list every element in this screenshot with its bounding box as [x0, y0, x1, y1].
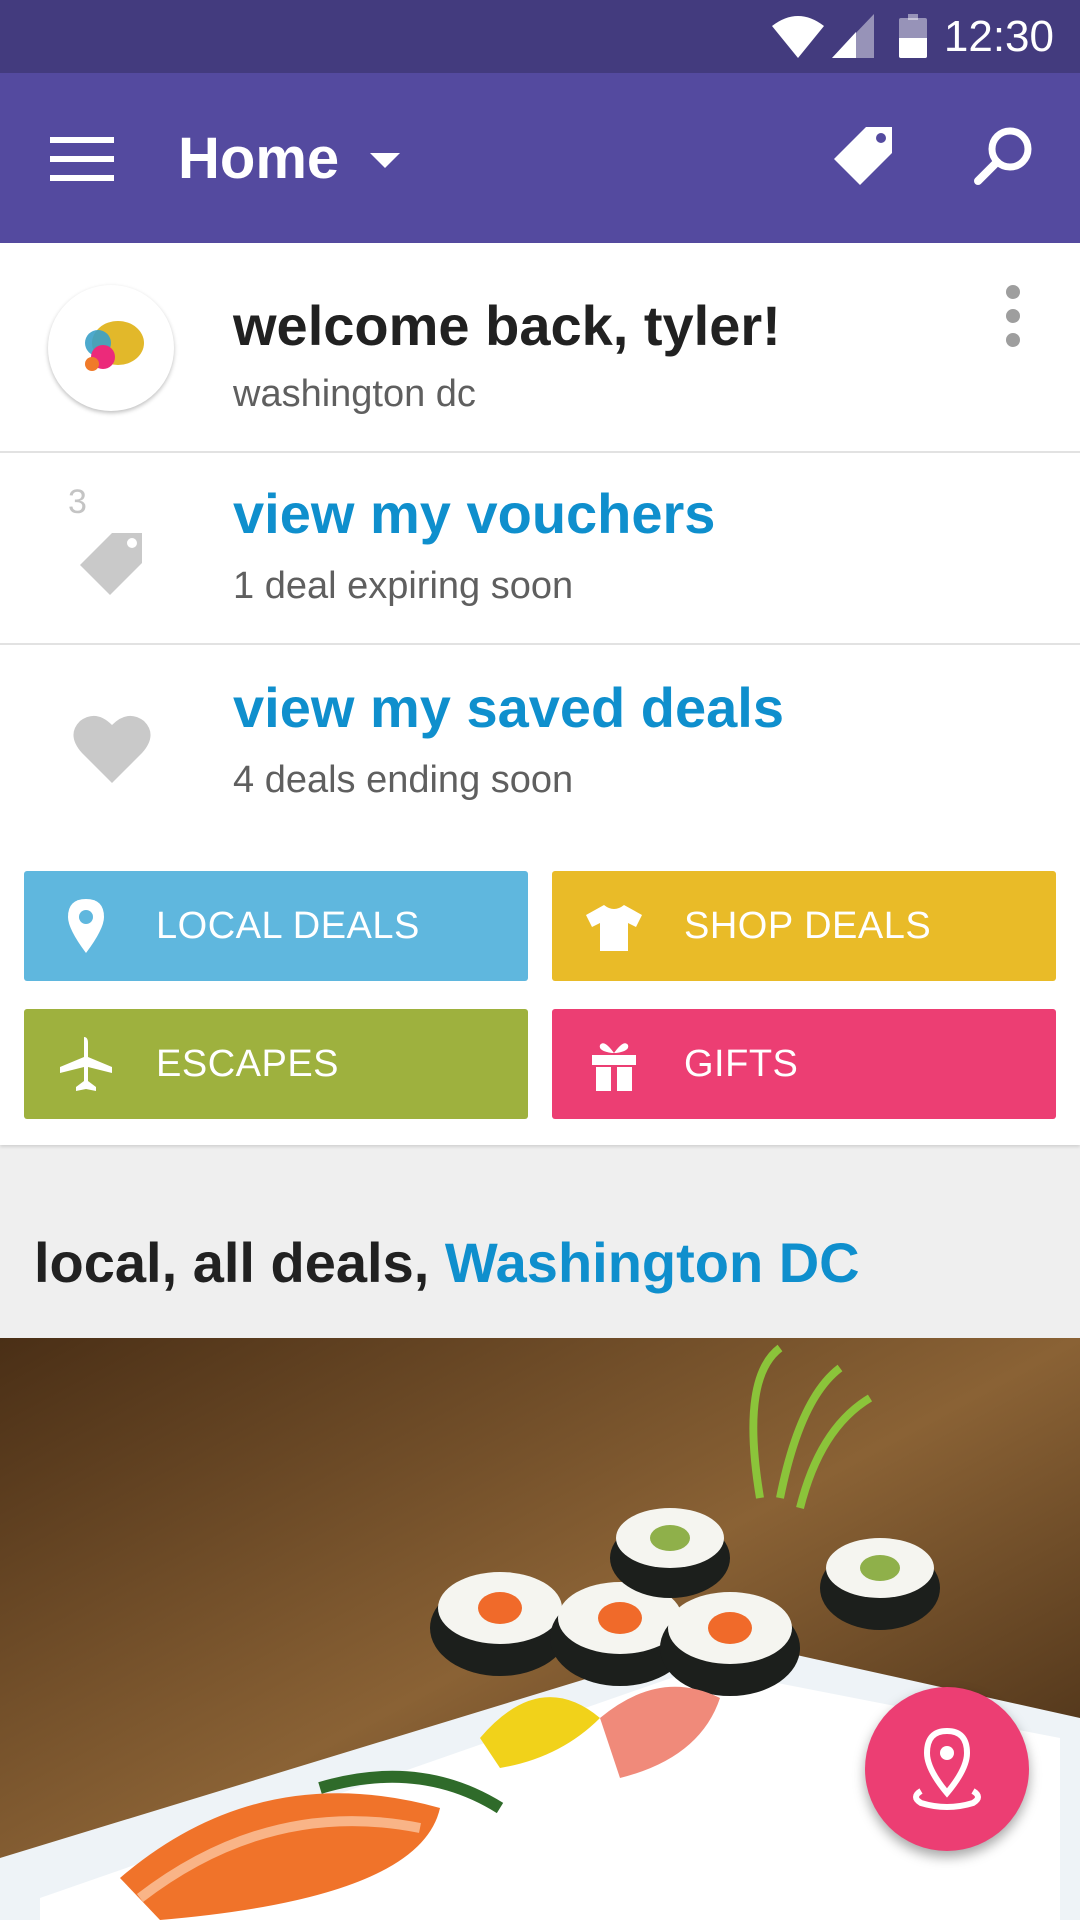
clock: 12:30: [943, 12, 1054, 61]
welcome-title: welcome back, tyler!: [233, 294, 781, 357]
location-fab[interactable]: [865, 1687, 1029, 1851]
vouchers-row[interactable]: 3 view my vouchers 1 deal expiring soon: [0, 453, 1080, 645]
section-heading: local, all deals, Washington DC: [34, 1230, 860, 1295]
heart-icon: [73, 715, 151, 783]
more-vert-icon[interactable]: [998, 285, 1030, 351]
saved-deals-row[interactable]: view my saved deals 4 deals ending soon: [0, 647, 1080, 839]
signal-icon: [832, 14, 874, 58]
account-card: welcome back, tyler! washington dc 3 vie…: [0, 243, 1080, 1145]
app-bar: Home: [0, 73, 1080, 243]
shop-deals-label: SHOP DEALS: [684, 905, 932, 947]
tag-icon: [80, 533, 142, 595]
menu-icon[interactable]: [50, 137, 114, 181]
gifts-button[interactable]: GIFTS: [552, 1009, 1056, 1119]
page-title[interactable]: Home: [178, 125, 339, 192]
shop-deals-button[interactable]: SHOP DEALS: [552, 871, 1056, 981]
local-deals-button[interactable]: LOCAL DEALS: [24, 871, 528, 981]
gift-icon: [592, 1043, 636, 1091]
vouchers-subtitle: 1 deal expiring soon: [233, 565, 574, 607]
escapes-label: ESCAPES: [156, 1043, 340, 1085]
saved-deals-link[interactable]: view my saved deals: [233, 675, 784, 740]
search-icon[interactable]: [968, 121, 1040, 193]
avatar[interactable]: [48, 285, 174, 411]
gifts-label: GIFTS: [684, 1043, 799, 1085]
welcome-location: washington dc: [233, 373, 476, 415]
vouchers-link[interactable]: view my vouchers: [233, 481, 715, 546]
battery-icon: [899, 14, 927, 58]
map-pin-icon: [913, 1727, 981, 1810]
welcome-row: welcome back, tyler! washington dc: [0, 243, 1080, 453]
escapes-button[interactable]: ESCAPES: [24, 1009, 528, 1119]
map-pin-icon: [68, 899, 104, 953]
airplane-icon: [60, 1037, 112, 1091]
section-location-link[interactable]: Washington DC: [445, 1231, 860, 1294]
section-heading-prefix: local, all deals,: [34, 1231, 445, 1294]
status-bar: 12:30: [0, 0, 1080, 73]
saved-deals-subtitle: 4 deals ending soon: [233, 759, 574, 801]
tag-icon[interactable]: [828, 121, 900, 193]
local-deals-label: LOCAL DEALS: [156, 905, 420, 947]
chevron-down-icon[interactable]: [370, 153, 400, 168]
shirt-icon: [586, 905, 642, 951]
wifi-icon: [772, 16, 824, 58]
